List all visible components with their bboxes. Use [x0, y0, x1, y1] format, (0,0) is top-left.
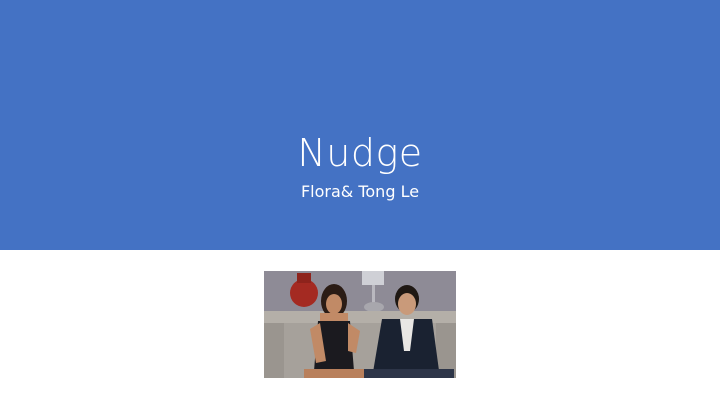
slide: Nudge Flora& Tong Le: [0, 0, 720, 405]
title-band: [0, 0, 720, 250]
slide-title: Nudge: [297, 131, 423, 175]
couple-photo: [264, 271, 456, 378]
slide-subtitle: Flora& Tong Le: [300, 182, 420, 201]
